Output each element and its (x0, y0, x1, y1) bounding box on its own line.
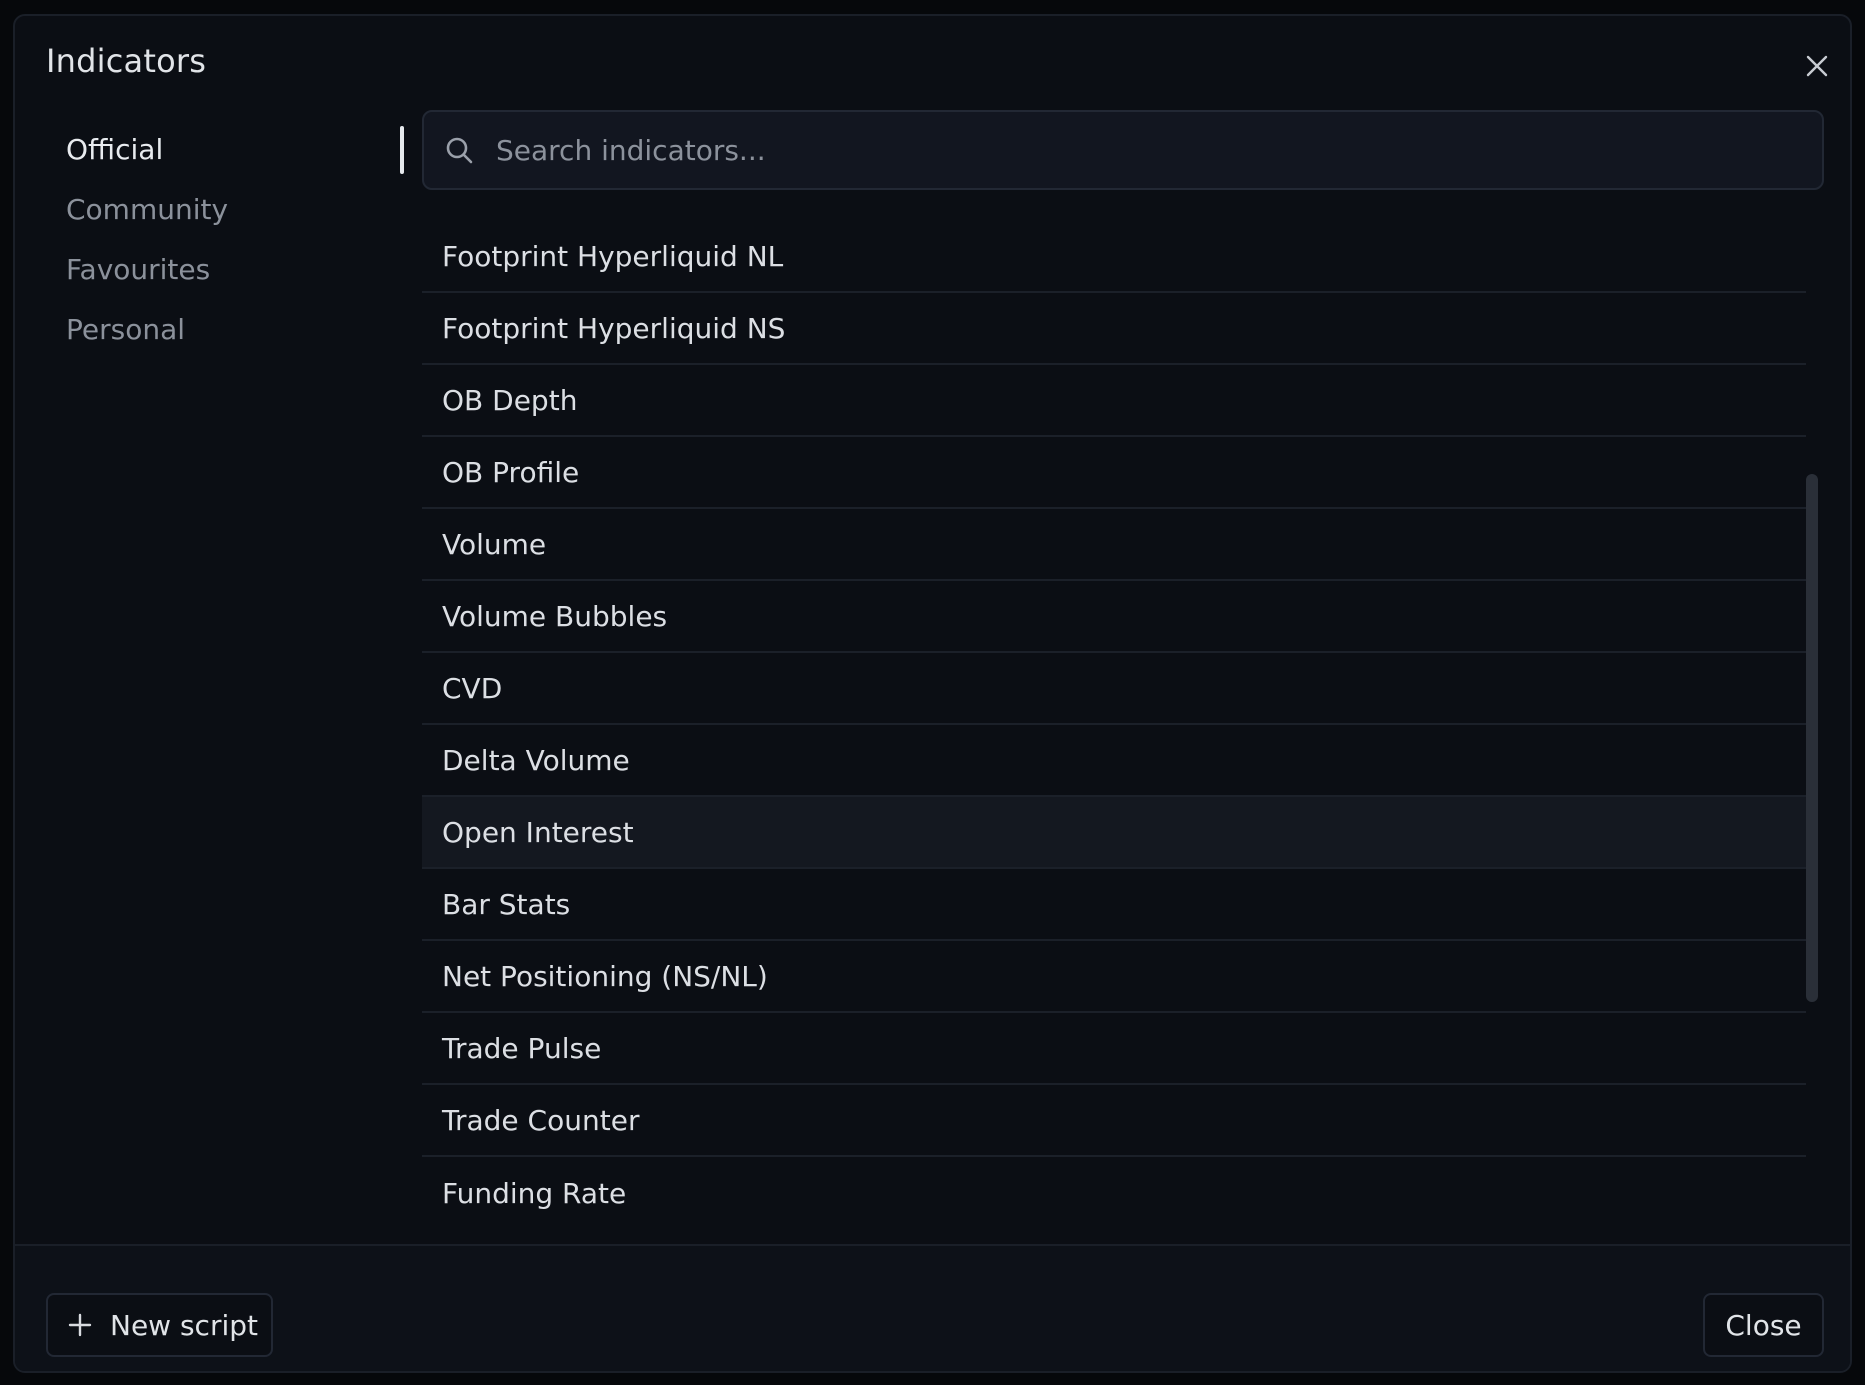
indicator-item-ob-depth[interactable]: OB Depth (422, 365, 1806, 437)
indicator-item-volume[interactable]: Volume (422, 509, 1806, 581)
new-script-label: New script (110, 1308, 258, 1342)
indicator-item-trade-pulse[interactable]: Trade Pulse (422, 1013, 1806, 1085)
indicator-item-footprint-hyperliquid-ns[interactable]: Footprint Hyperliquid NS (422, 293, 1806, 365)
sidebar-item-favourites[interactable]: Favourites (66, 244, 210, 294)
indicator-list: Footprint Hyperliquid NL Footprint Hyper… (422, 221, 1806, 1229)
indicator-item-open-interest[interactable]: Open Interest (422, 797, 1806, 869)
new-script-button[interactable]: New script (46, 1293, 273, 1357)
sidebar-item-official[interactable]: Official (66, 124, 163, 174)
search-icon (442, 133, 476, 167)
search-box (422, 110, 1824, 190)
dialog-title: Indicators (46, 42, 207, 80)
close-button[interactable]: Close (1703, 1293, 1824, 1357)
sidebar-item-personal[interactable]: Personal (66, 304, 185, 354)
sidebar-item-community[interactable]: Community (66, 184, 228, 234)
search-input[interactable] (494, 112, 1822, 188)
indicator-item-funding-rate[interactable]: Funding Rate (422, 1157, 1806, 1229)
indicator-item-footprint-hyperliquid-nl[interactable]: Footprint Hyperliquid NL (422, 221, 1806, 293)
close-dialog-button[interactable] (1795, 44, 1839, 88)
close-icon (1806, 55, 1828, 77)
indicator-item-bar-stats[interactable]: Bar Stats (422, 869, 1806, 941)
list-scrollbar[interactable] (1806, 474, 1818, 1002)
dialog-footer: New script Close (15, 1244, 1850, 1371)
indicator-item-ob-profile[interactable]: OB Profile (422, 437, 1806, 509)
indicator-item-volume-bubbles[interactable]: Volume Bubbles (422, 581, 1806, 653)
indicators-dialog: Indicators Official Community Favourites… (13, 14, 1852, 1373)
indicator-item-net-positioning[interactable]: Net Positioning (NS/NL) (422, 941, 1806, 1013)
active-category-indicator (400, 126, 404, 174)
indicator-item-delta-volume[interactable]: Delta Volume (422, 725, 1806, 797)
indicator-item-trade-counter[interactable]: Trade Counter (422, 1085, 1806, 1157)
plus-icon (66, 1311, 94, 1339)
indicator-item-cvd[interactable]: CVD (422, 653, 1806, 725)
